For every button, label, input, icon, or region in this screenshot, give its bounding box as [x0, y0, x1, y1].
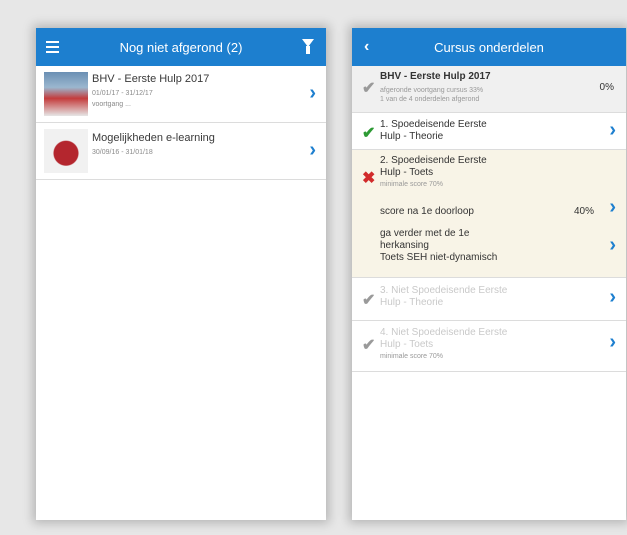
course-part-title: 2. Spoedeisende Eerste Hulp - Toets mini…: [380, 155, 487, 191]
filter-icon[interactable]: [302, 39, 314, 54]
course-part-row[interactable]: ✔ 3. Niet Spoedeisende Eerste Hulp - The…: [352, 278, 626, 321]
course-part-title-l1: 4. Niet Spoedeisende Eerste: [380, 327, 508, 338]
course-percent: 0%: [599, 82, 614, 93]
check-icon: ✔: [362, 337, 376, 354]
course-title: BHV - Eerste Hulp 2017: [380, 71, 491, 82]
course-title: Mogelijkheden e-learning: [92, 132, 215, 144]
retake-row[interactable]: ga verder met de 1e herkansing Toets SEH…: [380, 228, 497, 264]
course-part-title-l1: 1. Spoedeisende Eerste: [380, 119, 487, 130]
course-row-bhv[interactable]: BHV - Eerste Hulp 2017 01/01/17 - 31/12/…: [36, 66, 326, 123]
course-part-subtext: minimale score 70%: [380, 181, 444, 188]
retake-line1: ga verder met de 1e: [380, 228, 470, 239]
course-part-title-l1: 2. Spoedeisende Eerste: [380, 155, 487, 166]
course-title: BHV - Eerste Hulp 2017: [92, 73, 210, 85]
score-value: 40%: [573, 206, 594, 217]
topbar: ‹ Cursus onderdelen: [352, 28, 626, 66]
retake-line3: Toets SEH niet-dynamisch: [380, 252, 498, 263]
chevron-right-icon[interactable]: ›: [609, 196, 616, 219]
course-header: ✔ BHV - Eerste Hulp 2017 afgeronde voort…: [352, 66, 626, 113]
chevron-right-icon[interactable]: ›: [609, 234, 616, 257]
check-icon: ✔: [362, 125, 376, 142]
close-icon: ✖: [362, 170, 376, 187]
course-thumbnail: [44, 129, 88, 173]
course-part-title-l1: 3. Niet Spoedeisende Eerste: [380, 285, 508, 296]
course-row-elearning[interactable]: Mogelijkheden e-learning 30/09/16 - 31/0…: [36, 123, 326, 180]
course-part-title-l2: Hulp - Toets: [380, 167, 434, 178]
chevron-right-icon[interactable]: ›: [309, 139, 316, 162]
course-part-title-l2: Hulp - Toets: [380, 339, 434, 350]
score-label: score na 1e doorloop: [380, 206, 474, 217]
chevron-right-icon[interactable]: ›: [609, 331, 616, 354]
retake-line2: herkansing: [380, 240, 429, 251]
course-part-row[interactable]: ✔ 4. Niet Spoedeisende Eerste Hulp - Toe…: [352, 321, 626, 372]
course-extra: voortgang ...: [92, 101, 131, 108]
course-part-title-l2: Hulp - Theorie: [380, 131, 444, 142]
course-list-screen: Nog niet afgerond (2) BHV - Eerste Hulp …: [36, 28, 326, 520]
course-part-title: 3. Niet Spoedeisende Eerste Hulp - Theor…: [380, 285, 507, 309]
course-part-title: 1. Spoedeisende Eerste Hulp - Theorie: [380, 119, 487, 143]
course-part-title-l2: Hulp - Theorie: [380, 297, 444, 308]
course-thumbnail: [44, 72, 88, 116]
page-title: Cursus onderdelen: [434, 39, 544, 55]
topbar: Nog niet afgerond (2): [36, 28, 326, 66]
chevron-right-icon[interactable]: ›: [609, 119, 616, 142]
course-parts-text: 1 van de 4 onderdelen afgerond: [380, 96, 480, 103]
chevron-right-icon[interactable]: ›: [309, 82, 316, 105]
course-part-subtext: minimale score 70%: [380, 353, 444, 360]
course-parts-screen: ‹ Cursus onderdelen ✔ BHV - Eerste Hulp …: [352, 28, 626, 520]
course-part-row[interactable]: ✔ 1. Spoedeisende Eerste Hulp - Theorie …: [352, 113, 626, 150]
chevron-right-icon[interactable]: ›: [609, 286, 616, 309]
course-dates: 30/09/16 - 31/01/18: [92, 149, 153, 156]
course-dates: 01/01/17 - 31/12/17: [92, 90, 153, 97]
course-part-section: ✖ 2. Spoedeisende Eerste Hulp - Toets mi…: [352, 150, 626, 278]
course-part-title: 4. Niet Spoedeisende Eerste Hulp - Toets…: [380, 327, 507, 363]
page-title: Nog niet afgerond (2): [119, 39, 243, 55]
check-icon: ✔: [362, 292, 376, 309]
check-icon: ✔: [362, 80, 376, 97]
